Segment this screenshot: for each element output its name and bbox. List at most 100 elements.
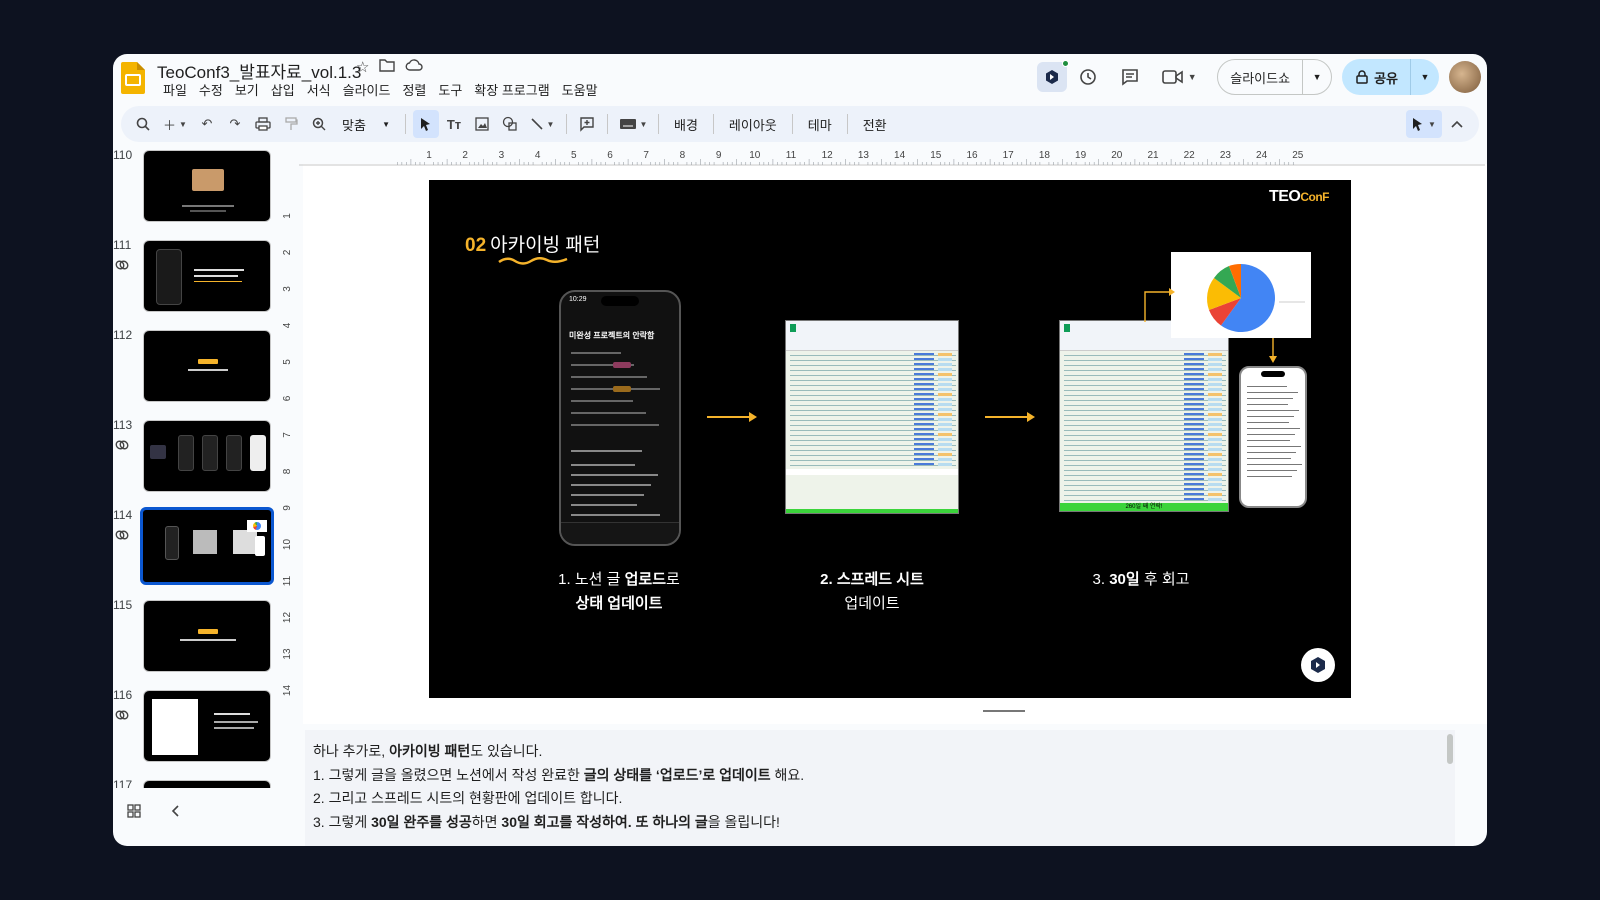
filmstrip-item[interactable]: 114 xyxy=(113,507,278,598)
grid-view-icon[interactable] xyxy=(127,803,141,823)
cloud-saved-icon[interactable] xyxy=(405,58,424,76)
select-tool-icon[interactable] xyxy=(413,110,439,138)
meet-video-icon[interactable]: ▼ xyxy=(1157,62,1201,92)
gemini-button[interactable] xyxy=(1037,60,1070,92)
menu-item[interactable]: 도구 xyxy=(432,80,468,99)
zoom-value: 맞춤 xyxy=(342,117,366,133)
layout-button[interactable]: 레이아웃 xyxy=(721,110,785,138)
sheet-status xyxy=(1208,403,1222,406)
ruler-tick-label: 14 xyxy=(282,685,293,697)
comments-icon[interactable] xyxy=(1115,62,1145,92)
text-line xyxy=(571,514,660,516)
slide-thumbnail[interactable] xyxy=(143,420,271,492)
filmstrip-item[interactable]: 110 xyxy=(113,148,278,238)
filmstrip-item[interactable]: 113 xyxy=(113,418,278,508)
sheet-link xyxy=(914,433,934,435)
sheet-link xyxy=(1184,438,1204,440)
slide-thumbnail[interactable] xyxy=(143,780,271,788)
step-1-label[interactable]: 1. 노션 글 업로드로 상태 업데이트 xyxy=(539,568,699,616)
gemini-fab-icon[interactable] xyxy=(1301,648,1335,682)
paint-format-icon[interactable] xyxy=(278,110,304,138)
sheet-link xyxy=(1184,353,1204,355)
zoom-select[interactable]: 맞춤 ▼ xyxy=(334,110,398,138)
menu-item[interactable]: 삽입 xyxy=(265,80,301,99)
slide-thumbnail[interactable] xyxy=(143,690,271,762)
step-3-label[interactable]: 3. 30일 후 회고 xyxy=(1061,568,1221,592)
notes-scrollbar[interactable] xyxy=(1447,734,1453,764)
move-folder-icon[interactable] xyxy=(379,58,396,76)
slides-logo-icon[interactable] xyxy=(121,62,145,94)
horizontal-ruler[interactable]: 1 2 3 4 5 6 7 8 9 10 11 12 13 14 15 16 17 18 19 20 21 22 23 24 2… xyxy=(299,148,1485,166)
undo-icon[interactable]: ↶ xyxy=(194,110,220,138)
step-2-label[interactable]: 2. 스프레드 시트 업데이트 xyxy=(792,568,952,616)
collapse-filmstrip-icon[interactable] xyxy=(171,804,179,822)
sheet-link xyxy=(1184,493,1204,495)
notes-line: 2. 그리고 스프레드 시트의 현황판에 업데이트 합니다. xyxy=(313,790,623,806)
menu-item[interactable]: 도움말 xyxy=(556,80,604,99)
slide-thumbnail[interactable] xyxy=(143,240,271,312)
slide-thumbnail-selected[interactable] xyxy=(140,507,274,585)
insert-image-icon[interactable] xyxy=(469,110,495,138)
transition-button[interactable]: 전환 xyxy=(855,110,895,138)
spreadsheet-screenshot xyxy=(785,320,959,514)
sheet-link xyxy=(1184,383,1204,385)
input-tools-icon[interactable]: ▼ xyxy=(615,110,651,138)
menu-item[interactable]: 확장 프로그램 xyxy=(468,80,555,99)
share-button[interactable]: 공유 ▼ xyxy=(1342,59,1439,95)
theme-button[interactable]: 테마 xyxy=(800,110,840,138)
avatar[interactable] xyxy=(1449,61,1481,93)
sheet-row xyxy=(790,390,956,391)
insert-comment-icon[interactable] xyxy=(574,110,600,138)
current-slide[interactable]: TEOConF 02 아카이빙 패턴 10:29 미완성 프로젝트의 안락함 2… xyxy=(429,180,1351,698)
sheet-status xyxy=(938,453,952,456)
sheet-row xyxy=(790,450,956,451)
search-menus-icon[interactable] xyxy=(130,110,156,138)
share-label: 공유 xyxy=(1374,70,1398,86)
slide-thumbnail[interactable] xyxy=(143,330,271,402)
zoom-icon[interactable] xyxy=(306,110,332,138)
slideshow-label[interactable]: 슬라이드쇼 xyxy=(1218,60,1304,94)
slide-title[interactable]: 02 아카이빙 패턴 xyxy=(465,230,600,257)
star-icon[interactable]: ☆ xyxy=(356,58,369,76)
slide-thumbnail[interactable] xyxy=(143,150,271,222)
speaker-notes[interactable]: 하나 추가로, 아카이빙 패턴도 있습니다. 1. 그렇게 글을 올렸으면 노션… xyxy=(305,730,1455,846)
menu-item[interactable]: 보기 xyxy=(229,80,265,99)
chevron-down-icon[interactable]: ▼ xyxy=(1303,60,1331,94)
menu-item[interactable]: 서식 xyxy=(301,80,337,99)
filmstrip-item[interactable]: 116 xyxy=(113,688,278,778)
text-line xyxy=(1247,470,1297,471)
filmstrip-item[interactable]: 115 xyxy=(113,598,278,688)
line-icon[interactable]: ▼ xyxy=(525,110,559,138)
text-line xyxy=(1247,446,1301,447)
text-box-icon[interactable]: Tт xyxy=(441,110,467,138)
sheet-status xyxy=(938,378,952,381)
new-slide-icon[interactable]: ＋ ▼ xyxy=(158,110,192,138)
vertical-ruler[interactable]: 1234567891011121314 xyxy=(281,160,299,700)
background-button[interactable]: 배경 xyxy=(666,110,706,138)
chevron-down-icon[interactable]: ▼ xyxy=(1411,59,1439,95)
sheet-link xyxy=(914,403,934,405)
menu-item[interactable]: 수정 xyxy=(193,80,229,99)
menu-item[interactable]: 슬라이드 xyxy=(337,80,397,99)
pointer-mode-icon[interactable]: ▼ xyxy=(1406,110,1442,138)
menu-item[interactable]: 파일 xyxy=(157,80,193,99)
sheet-link xyxy=(1184,478,1204,480)
slide-thumbnail[interactable] xyxy=(143,600,271,672)
notes-resize-handle[interactable] xyxy=(983,710,1025,712)
sheet-link xyxy=(1184,473,1204,475)
ruler-tick-label: 3 xyxy=(499,150,505,161)
ruler-tick-label: 1 xyxy=(426,150,432,161)
text-line xyxy=(571,504,637,506)
shape-icon[interactable] xyxy=(497,110,523,138)
print-icon[interactable] xyxy=(250,110,276,138)
sheet-link xyxy=(1184,403,1204,405)
text-line xyxy=(571,412,646,414)
menu-item[interactable]: 정렬 xyxy=(396,80,432,99)
filmstrip-item[interactable]: 112 xyxy=(113,328,278,418)
version-history-icon[interactable] xyxy=(1073,62,1103,92)
collapse-toolbar-icon[interactable] xyxy=(1444,110,1470,138)
filmstrip-item[interactable]: 111 xyxy=(113,238,278,328)
slideshow-button[interactable]: 슬라이드쇼 ▼ xyxy=(1217,59,1333,95)
redo-icon[interactable]: ↷ xyxy=(222,110,248,138)
filmstrip-item[interactable]: 117 xyxy=(113,778,278,788)
